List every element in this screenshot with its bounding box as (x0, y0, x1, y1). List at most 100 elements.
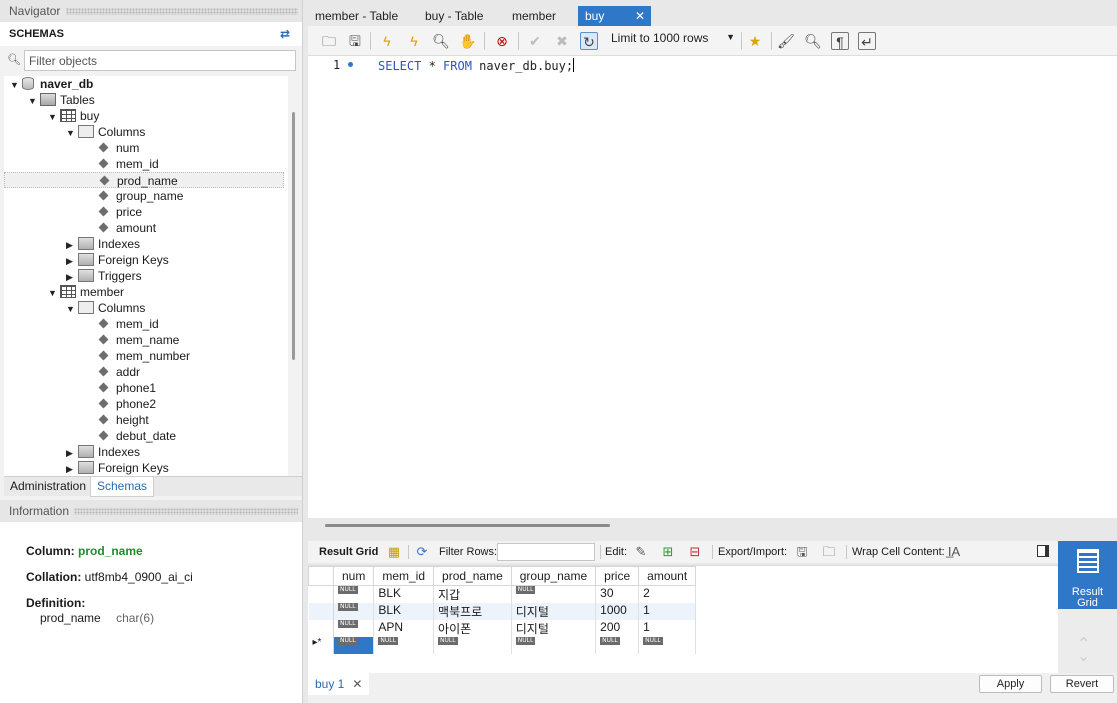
chevron-down-icon[interactable]: ▼ (48, 285, 60, 301)
tree-item-column[interactable]: mem_id (98, 156, 159, 172)
sql-editor[interactable]: 1 SELECT * FROM naver_db.buy; (308, 56, 1117, 518)
tree-item[interactable]: ▼ Columns (66, 124, 145, 140)
sql-code[interactable]: SELECT * FROM naver_db.buy; (378, 58, 575, 73)
table-cell[interactable]: NULL (511, 585, 597, 603)
scroll-arrows-icon[interactable]: ⌃ ⌄ (1077, 637, 1090, 665)
table-cell[interactable]: 30 (595, 585, 640, 603)
stop-icon[interactable]: ✋ (459, 32, 477, 50)
chevron-down-icon[interactable]: ▼ (28, 93, 40, 109)
tree-item-column[interactable]: price (98, 204, 142, 220)
table-row[interactable]: NULL BLK 지갑 NULL 30 2 (308, 585, 697, 603)
table-cell[interactable]: 디지털 (511, 620, 597, 637)
refresh-icon[interactable]: ⇄ (280, 22, 290, 46)
close-icon[interactable]: ✕ (635, 6, 645, 26)
row-header[interactable] (308, 585, 334, 603)
table-cell[interactable]: 지갑 (433, 585, 512, 603)
chevron-right-icon[interactable]: ▶ (66, 269, 78, 285)
grid-layout-icon[interactable]: ▦ (386, 544, 402, 560)
tab-member[interactable]: member (505, 6, 578, 26)
table-cell[interactable]: BLK (373, 603, 435, 620)
column-header[interactable]: group_name (510, 566, 597, 586)
export-icon[interactable]: 🖫 (794, 544, 810, 560)
table-cell[interactable]: NULL (333, 585, 375, 603)
table-row[interactable]: NULL BLK 맥북프로 디지털 1000 1 (308, 603, 697, 620)
apply-button[interactable]: Apply (979, 675, 1042, 693)
tree-item-column[interactable]: phone1 (98, 380, 156, 396)
tree-item-column[interactable]: debut_date (98, 428, 176, 444)
table-cell[interactable]: 아이폰 (433, 620, 512, 637)
row-header[interactable] (308, 603, 334, 620)
tree-item-column[interactable]: height (98, 412, 149, 428)
chevron-down-icon[interactable]: ▼ (66, 301, 78, 317)
chevron-right-icon[interactable]: ▶ (66, 445, 78, 461)
tree-scrollbar[interactable] (292, 112, 295, 360)
add-snippet-icon[interactable]: ★ (746, 32, 764, 50)
stop-on-error-icon[interactable]: ⊗ (493, 32, 511, 50)
table-cell[interactable]: 1000 (595, 603, 640, 620)
tree-item-column[interactable]: num (98, 140, 139, 156)
import-icon[interactable]: 🗀 (821, 544, 837, 560)
tree-item-column[interactable]: phone2 (98, 396, 156, 412)
execute-icon[interactable]: ϟ (378, 32, 396, 50)
filter-objects-input[interactable] (24, 50, 296, 71)
tree-item-column[interactable]: mem_id (98, 316, 159, 332)
table-cell[interactable]: BLK (373, 585, 435, 603)
delete-row-icon[interactable]: ⊟ (687, 544, 703, 560)
tab-member-table[interactable]: member - Table (308, 6, 418, 26)
column-header[interactable]: mem_id (373, 566, 435, 586)
table-cell[interactable]: 200 (595, 620, 640, 637)
tree-item[interactable]: ▼ Tables (28, 92, 95, 108)
tab-buy-table[interactable]: buy - Table (418, 6, 505, 26)
chevron-right-icon[interactable]: ▶ (66, 253, 78, 269)
beautify-icon[interactable]: 🖌 (777, 32, 795, 50)
table-cell[interactable]: 1 (638, 620, 697, 637)
table-cell[interactable]: 맥북프로 (433, 603, 512, 620)
table-cell[interactable]: NULL (638, 637, 697, 654)
find-icon[interactable]: 🔍︎ (804, 32, 822, 50)
limit-rows-select[interactable]: Limit to 1000 rows ▼ (611, 31, 737, 51)
new-row[interactable]: ▸* NULL NULL NULL NULL NULL NULL (308, 637, 697, 654)
column-header[interactable]: amount (638, 566, 697, 586)
table-cell[interactable]: APN (373, 620, 435, 637)
table-cell[interactable]: NULL (373, 637, 435, 654)
execute-current-icon[interactable]: ϟ (405, 32, 423, 50)
table-cell[interactable]: 디지털 (511, 603, 597, 620)
revert-button[interactable]: Revert (1050, 675, 1114, 693)
result-grid-button[interactable]: Result Grid (1058, 541, 1117, 609)
column-header[interactable]: prod_name (433, 566, 512, 586)
tree-item[interactable]: ▼ Columns (66, 300, 145, 316)
commit-icon[interactable]: ✔ (526, 32, 544, 50)
row-header[interactable] (308, 620, 334, 637)
tree-item[interactable]: ▼ member (48, 284, 124, 300)
table-cell[interactable]: NULL (333, 620, 375, 637)
chevron-down-icon[interactable]: ▼ (10, 77, 22, 93)
tab-buy[interactable]: buy ✕ (578, 6, 651, 26)
tree-item-column[interactable]: addr (98, 364, 140, 380)
tab-schemas[interactable]: Schemas (90, 477, 155, 497)
tree-item[interactable]: ▼ naver_db (10, 76, 93, 92)
tree-item-column[interactable]: mem_number (98, 348, 190, 364)
tree-item[interactable]: ▶ Indexes (66, 444, 140, 460)
edit-row-icon[interactable]: ✎ (633, 544, 649, 560)
table-cell[interactable]: NULL (511, 637, 597, 654)
tree-item-column[interactable]: prod_name (4, 172, 284, 188)
wrap-lines-icon[interactable]: ↵ (858, 32, 876, 50)
toggle-panel-icon[interactable] (1037, 545, 1049, 557)
tree-item[interactable]: ▼ buy (48, 108, 99, 124)
invisible-chars-icon[interactable]: ¶ (831, 32, 849, 50)
refresh-icon[interactable]: ⟳ (414, 544, 430, 560)
wrap-cell-icon[interactable]: I̲A (946, 544, 962, 560)
table-cell[interactable]: 1 (638, 603, 697, 620)
column-header[interactable]: price (595, 566, 640, 586)
column-header[interactable]: num (332, 566, 375, 586)
tree-item-column[interactable]: mem_name (98, 332, 179, 348)
chevron-down-icon[interactable]: ▼ (48, 109, 60, 125)
rollback-icon[interactable]: ✖ (553, 32, 571, 50)
tree-item[interactable]: ▶ Indexes (66, 236, 140, 252)
table-cell[interactable]: 2 (638, 585, 697, 603)
table-cell[interactable]: NULL (595, 637, 640, 654)
chevron-right-icon[interactable]: ▶ (66, 461, 78, 476)
close-icon[interactable]: ✕ (352, 677, 362, 691)
tree-item[interactable]: ▶ Triggers (66, 268, 142, 284)
tree-item-column[interactable]: group_name (98, 188, 183, 204)
